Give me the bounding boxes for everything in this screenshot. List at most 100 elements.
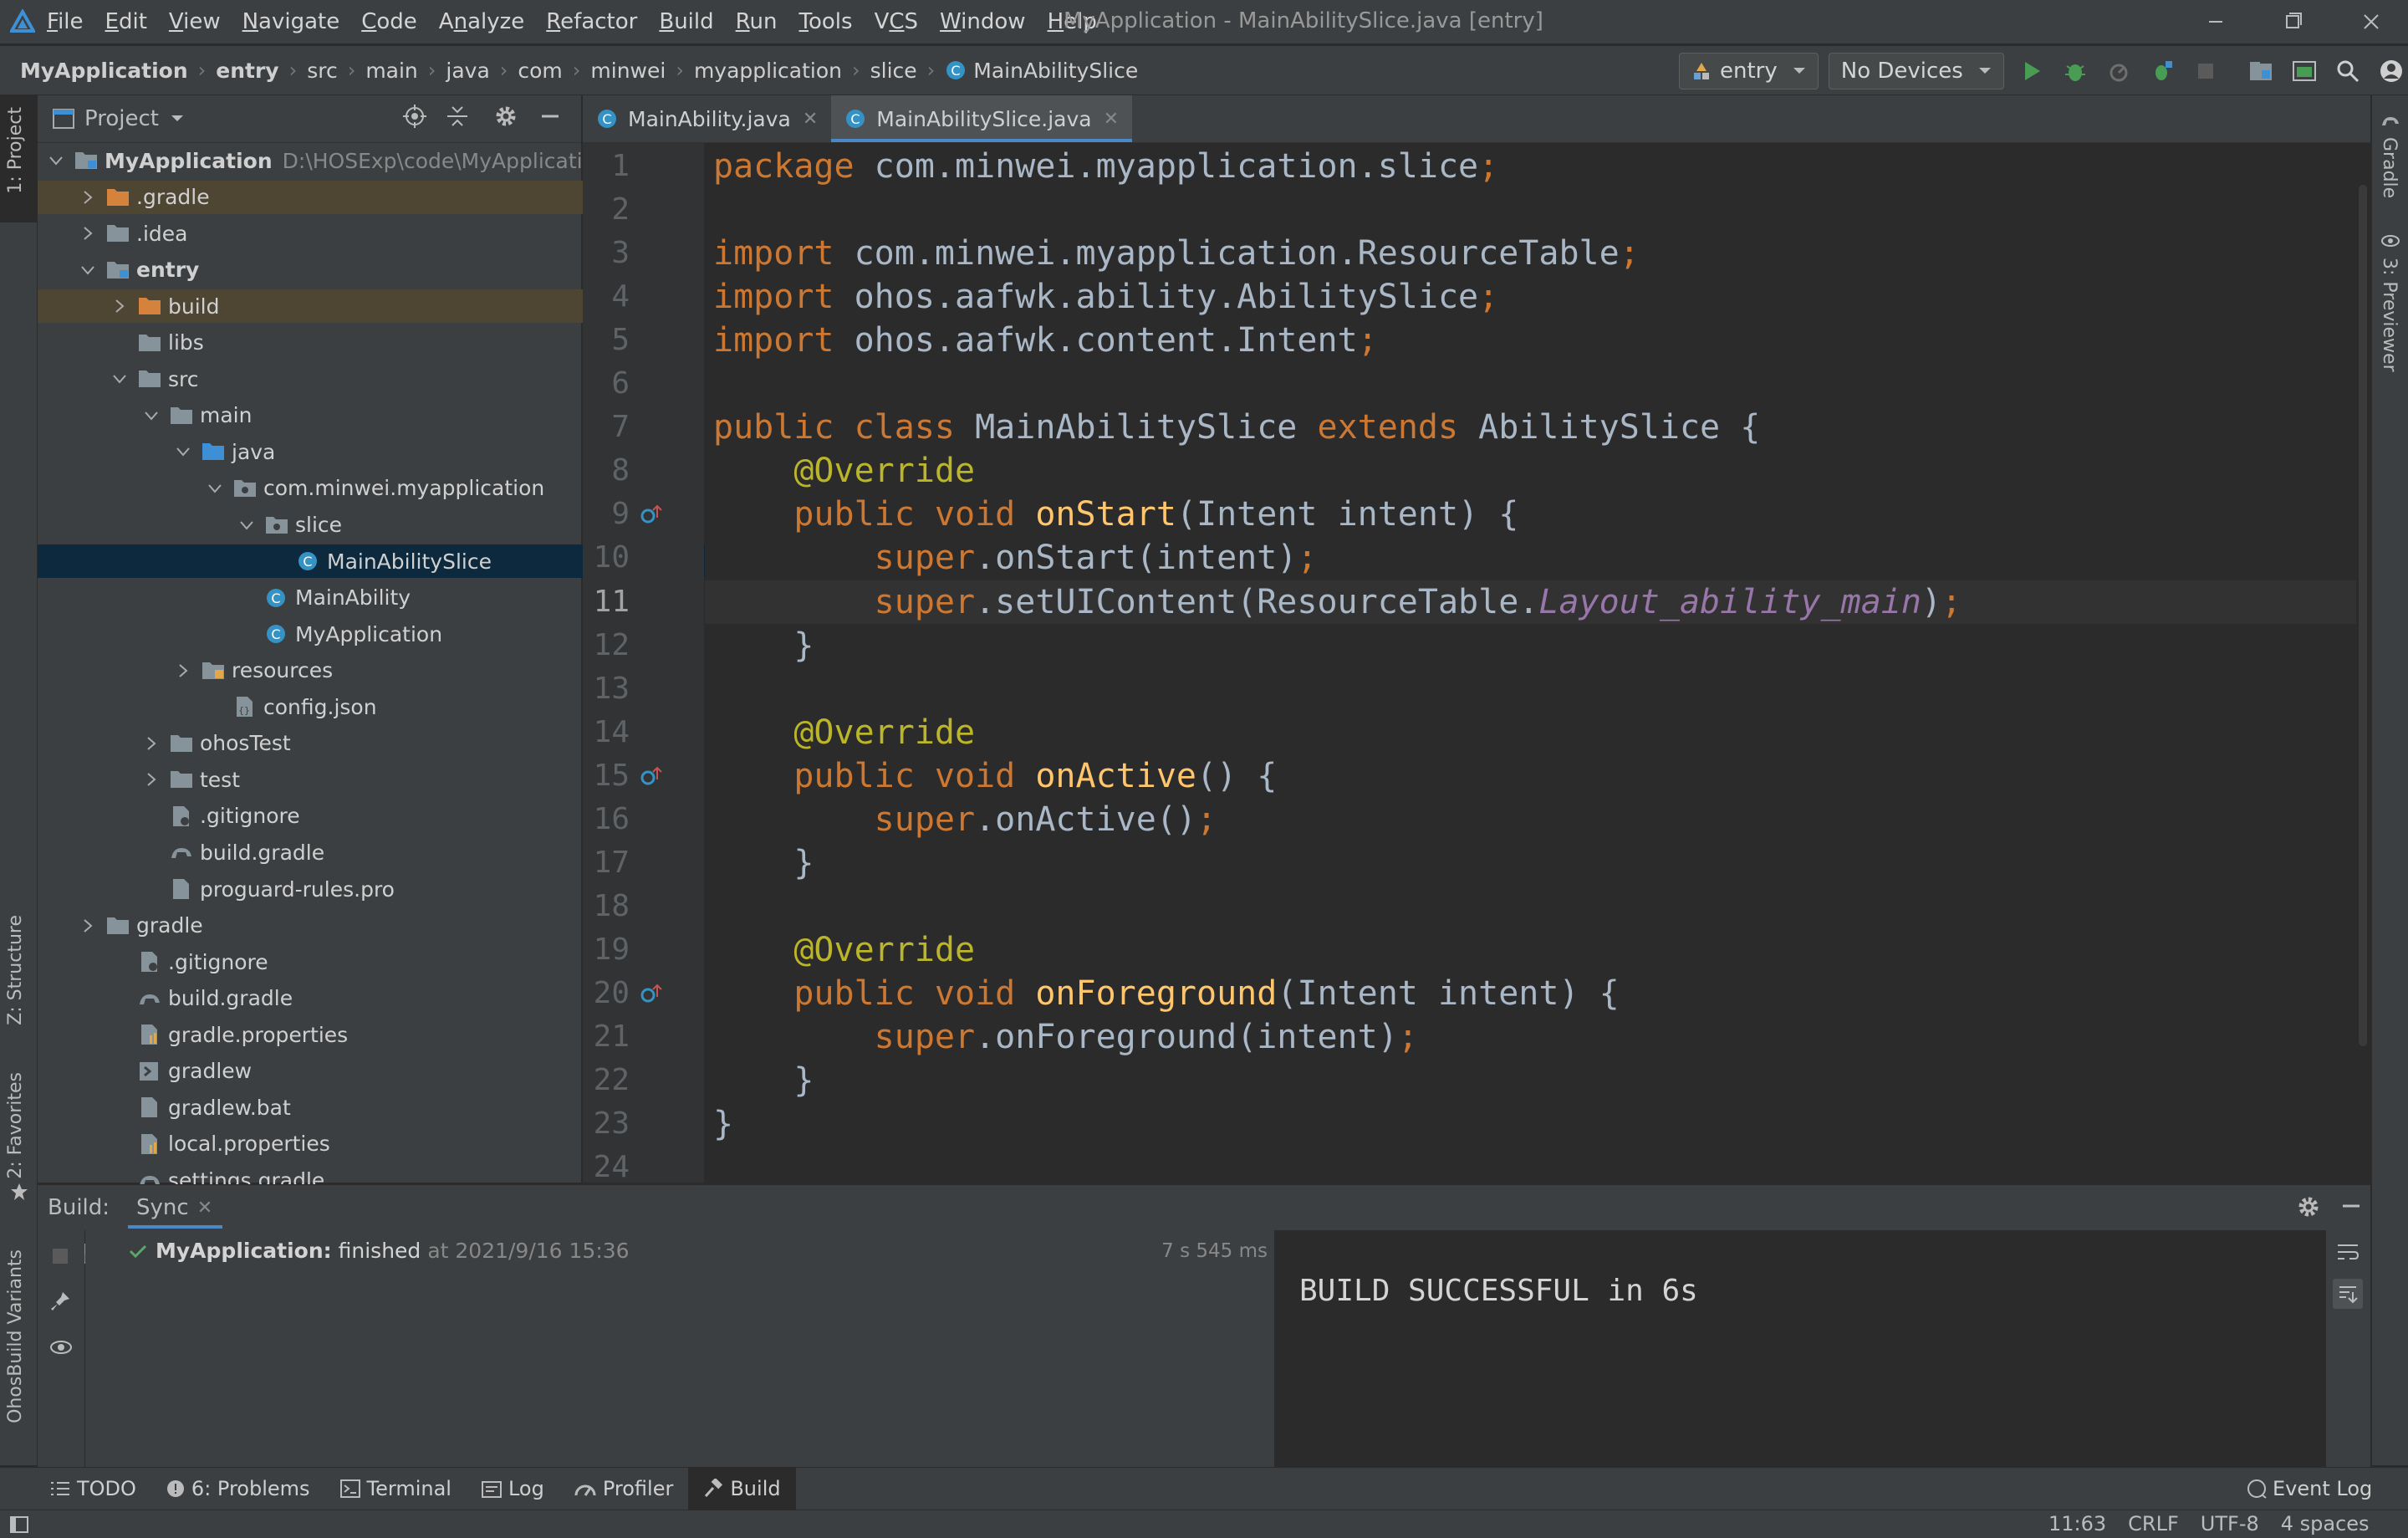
chevron-down-icon[interactable] [143,407,160,424]
chevron-down-icon[interactable] [79,262,96,278]
breadcrumb-item[interactable]: minwei [590,59,666,83]
breadcrumb-item[interactable]: MyApplication [20,59,188,83]
tool-log[interactable]: Log [467,1468,559,1510]
tab-gradle[interactable]: Gradle [2379,137,2400,198]
device-manager-icon[interactable] [2288,55,2320,87]
override-method-icon[interactable] [640,982,663,1005]
toggle-tool-windows-icon[interactable] [10,1515,28,1533]
tree-item-gradle[interactable]: .gradle [38,180,623,214]
override-method-icon[interactable] [640,764,663,788]
tree-item-build-gradle[interactable]: build.gradle [38,982,655,1015]
tab-structure[interactable]: Z: Structure [5,915,26,1025]
attach-debugger-icon[interactable] [2146,55,2178,87]
run-icon[interactable] [2016,55,2048,87]
scrollbar-thumb[interactable] [2359,185,2367,1046]
close-icon[interactable]: ✕ [803,109,818,130]
close-icon[interactable]: ✕ [197,1198,212,1219]
code-editor[interactable]: package com.minwei.myapplication.slice; i… [705,143,2356,1183]
tool-terminal[interactable]: Terminal [325,1468,467,1510]
menu-edit[interactable]: Edit [105,9,147,34]
breadcrumb-item[interactable]: myapplication [694,59,842,83]
device-dropdown[interactable]: No Devices [1828,53,2004,89]
collapse-all-icon[interactable] [446,104,469,129]
menu-view[interactable]: View [169,9,221,34]
chevron-right-icon[interactable] [79,225,96,242]
breadcrumb-item[interactable]: com [518,59,562,83]
hide-panel-icon[interactable] [539,105,561,127]
tab-favorites[interactable]: 2: Favorites [5,1072,26,1179]
chevron-down-icon[interactable] [207,480,223,497]
menu-window[interactable]: Window [940,9,1026,34]
tree-item-gradlew-bat[interactable]: gradlew.bat [38,1091,655,1124]
chevron-right-icon[interactable] [111,298,128,314]
tree-item-libs[interactable]: libs [38,326,655,360]
restore-window-button[interactable] [2276,7,2309,37]
scroll-to-end-icon[interactable] [2333,1279,2363,1309]
tab-ohos-build-variants[interactable]: OhosBuild Variants [5,1249,26,1423]
gear-icon[interactable] [2297,1195,2320,1219]
menu-navigate[interactable]: Navigate [242,9,340,34]
tree-item-src[interactable]: src [38,362,655,396]
chevron-right-icon[interactable] [79,917,96,934]
tree-item-gradle-properties[interactable]: gradle.properties [38,1018,655,1051]
tool-6-problems[interactable]: 6: Problems [151,1468,325,1510]
menu-run[interactable]: Run [736,9,778,34]
tree-item-idea[interactable]: .idea [38,217,623,250]
account-icon[interactable] [2375,55,2407,87]
chevron-right-icon[interactable] [79,189,96,206]
profile-icon[interactable] [2103,55,2135,87]
indent-setting[interactable]: 4 spaces [2281,1512,2370,1535]
project-structure-icon[interactable] [2245,55,2277,87]
breadcrumb-item[interactable]: java [446,59,489,83]
search-icon[interactable] [2332,55,2364,87]
menu-tools[interactable]: Tools [799,9,853,34]
chevron-down-icon[interactable] [171,115,184,123]
chevron-down-icon[interactable] [238,517,255,534]
event-log-button[interactable]: Event Log [2231,1468,2387,1510]
breadcrumb-item[interactable]: MainAbilitySlice [973,59,1138,83]
soft-wrap-icon[interactable] [2336,1242,2360,1264]
tree-item-gradlew[interactable]: gradlew [38,1055,655,1088]
chevron-down-icon[interactable] [48,152,64,169]
tool-build[interactable]: Build [688,1468,796,1510]
editor-tab-mainability-java[interactable]: C MainAbility.java ✕ [583,95,831,142]
override-method-icon[interactable] [640,503,663,526]
stop-icon[interactable] [51,1247,69,1265]
tab-project[interactable]: 1: Project [5,107,26,194]
chevron-down-icon[interactable] [175,443,191,460]
minimize-window-button[interactable] [2199,7,2232,37]
gear-icon[interactable] [494,105,518,128]
project-view-dropdown[interactable]: Project [84,106,159,131]
menu-vcs[interactable]: VCS [875,9,918,34]
eye-icon[interactable] [49,1339,73,1356]
tree-item-gradle[interactable]: gradle [38,909,623,943]
tree-item-build[interactable]: build [38,289,655,324]
file-encoding[interactable]: UTF-8 [2201,1512,2259,1535]
locate-icon[interactable] [402,104,427,129]
tree-item-myapplication[interactable]: MyApplication D:\HOSExp\code\MyApplicatio… [38,144,609,177]
tab-sync[interactable]: Sync ✕ [128,1185,223,1230]
breadcrumb-item[interactable]: main [365,59,417,83]
tool-profiler[interactable]: Profiler [559,1468,689,1510]
pin-icon[interactable] [49,1290,71,1312]
breadcrumb-item[interactable]: entry [216,59,278,83]
hide-panel-icon[interactable] [2340,1195,2362,1217]
tool-todo[interactable]: TODO [35,1468,151,1510]
tree-item-gitignore[interactable]: .gitignore [38,945,655,978]
menu-analyze[interactable]: Analyze [439,9,524,34]
editor-scrollbar[interactable] [2356,143,2370,1183]
build-console[interactable]: BUILD SUCCESSFUL in 6s [1276,1230,2326,1467]
menu-file[interactable]: File [47,9,84,34]
menu-code[interactable]: Code [361,9,417,34]
breadcrumb-item[interactable]: src [307,59,338,83]
build-task-row[interactable]: MyApplication: finished at 2021/9/16 15:… [129,1239,630,1263]
menu-build[interactable]: Build [659,9,713,34]
run-config-dropdown[interactable]: entry [1679,53,1819,89]
line-separator[interactable]: CRLF [2128,1512,2179,1535]
menu-refactor[interactable]: Refactor [546,9,637,34]
chevron-down-icon[interactable] [111,370,128,387]
stop-icon[interactable] [2190,55,2222,87]
chevron-right-icon[interactable] [143,771,160,788]
caret-position[interactable]: 11:63 [2048,1512,2106,1535]
tab-previewer[interactable]: 3: Previewer [2379,258,2400,372]
